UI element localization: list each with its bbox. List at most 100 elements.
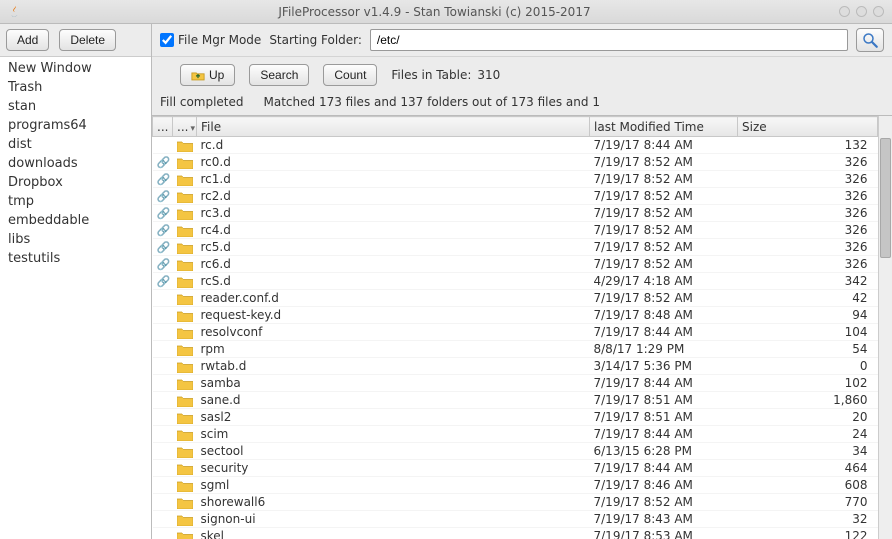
cell-filename: samba bbox=[197, 375, 590, 392]
sidebar-item[interactable]: testutils bbox=[0, 249, 151, 268]
file-table-scroll[interactable]: ... ...▾ File last Modified Time Size rc… bbox=[152, 116, 878, 539]
cell-modified: 7/19/17 8:52 AM bbox=[590, 494, 738, 511]
table-row[interactable]: sgml7/19/17 8:46 AM608 bbox=[153, 477, 878, 494]
vertical-scrollbar[interactable] bbox=[878, 116, 892, 539]
up-button[interactable]: Up bbox=[180, 64, 235, 86]
sidebar-item[interactable]: New Window bbox=[0, 59, 151, 78]
table-row[interactable]: rc.d7/19/17 8:44 AM132 bbox=[153, 137, 878, 154]
sidebar-item[interactable]: tmp bbox=[0, 192, 151, 211]
cell-icon bbox=[173, 137, 197, 154]
table-row[interactable]: shorewall67/19/17 8:52 AM770 bbox=[153, 494, 878, 511]
file-mgr-mode[interactable]: File Mgr Mode bbox=[160, 33, 261, 47]
maximize-button[interactable] bbox=[856, 6, 867, 17]
table-row[interactable]: rpm8/8/17 1:29 PM54 bbox=[153, 341, 878, 358]
sidebar-toolbar: Add Delete bbox=[0, 24, 151, 57]
count-button[interactable]: Count bbox=[323, 64, 377, 86]
cell-link bbox=[153, 494, 173, 511]
sidebar-item[interactable]: Trash bbox=[0, 78, 151, 97]
sidebar-item[interactable]: libs bbox=[0, 230, 151, 249]
cell-size: 132 bbox=[738, 137, 878, 154]
table-row[interactable]: request-key.d7/19/17 8:48 AM94 bbox=[153, 307, 878, 324]
sidebar-item[interactable]: dist bbox=[0, 135, 151, 154]
cell-modified: 7/19/17 8:52 AM bbox=[590, 290, 738, 307]
sort-indicator-icon: ▾ bbox=[190, 124, 195, 134]
table-row[interactable]: 🔗rc3.d7/19/17 8:52 AM326 bbox=[153, 205, 878, 222]
table-row[interactable]: 🔗rc0.d7/19/17 8:52 AM326 bbox=[153, 154, 878, 171]
minimize-button[interactable] bbox=[839, 6, 850, 17]
table-row[interactable]: skel7/19/17 8:53 AM122 bbox=[153, 528, 878, 539]
sidebar-item[interactable]: embeddable bbox=[0, 211, 151, 230]
col-link[interactable]: ... bbox=[153, 117, 173, 137]
cell-size: 104 bbox=[738, 324, 878, 341]
cell-link bbox=[153, 137, 173, 154]
header-row: File Mgr Mode Starting Folder: bbox=[152, 24, 892, 57]
magnifier-icon bbox=[861, 31, 879, 49]
folder-icon bbox=[177, 410, 193, 424]
sidebar-item[interactable]: Dropbox bbox=[0, 173, 151, 192]
cell-modified: 7/19/17 8:52 AM bbox=[590, 171, 738, 188]
table-row[interactable]: sane.d7/19/17 8:51 AM1,860 bbox=[153, 392, 878, 409]
cell-size: 326 bbox=[738, 239, 878, 256]
starting-folder-input[interactable] bbox=[370, 29, 848, 51]
toolbar-row: Up Search Count Files in Table: 310 bbox=[152, 57, 892, 93]
table-row[interactable]: resolvconf7/19/17 8:44 AM104 bbox=[153, 324, 878, 341]
scrollbar-thumb[interactable] bbox=[880, 138, 891, 258]
table-row[interactable]: sectool6/13/15 6:28 PM34 bbox=[153, 443, 878, 460]
file-mgr-mode-label: File Mgr Mode bbox=[178, 33, 261, 47]
close-button[interactable] bbox=[873, 6, 884, 17]
add-button[interactable]: Add bbox=[6, 29, 49, 51]
cell-filename: rwtab.d bbox=[197, 358, 590, 375]
col-size[interactable]: Size bbox=[738, 117, 878, 137]
folder-icon bbox=[177, 461, 193, 475]
table-row[interactable]: scim7/19/17 8:44 AM24 bbox=[153, 426, 878, 443]
search-button[interactable]: Search bbox=[249, 64, 309, 86]
cell-icon bbox=[173, 273, 197, 290]
cell-modified: 7/19/17 8:52 AM bbox=[590, 154, 738, 171]
folder-icon bbox=[177, 206, 193, 220]
window-controls bbox=[839, 6, 884, 17]
table-row[interactable]: sasl27/19/17 8:51 AM20 bbox=[153, 409, 878, 426]
cell-link: 🔗 bbox=[153, 273, 173, 290]
table-row[interactable]: 🔗rc2.d7/19/17 8:52 AM326 bbox=[153, 188, 878, 205]
sidebar-list: New WindowTrashstanprograms64distdownloa… bbox=[0, 57, 151, 539]
table-row[interactable]: rwtab.d3/14/17 5:36 PM0 bbox=[153, 358, 878, 375]
table-row[interactable]: 🔗rc4.d7/19/17 8:52 AM326 bbox=[153, 222, 878, 239]
sidebar-item[interactable]: stan bbox=[0, 97, 151, 116]
cell-icon bbox=[173, 307, 197, 324]
file-mgr-mode-checkbox[interactable] bbox=[160, 33, 174, 47]
folder-icon bbox=[177, 325, 193, 339]
cell-icon bbox=[173, 171, 197, 188]
table-row[interactable]: samba7/19/17 8:44 AM102 bbox=[153, 375, 878, 392]
status-matched: Matched 173 files and 137 folders out of… bbox=[264, 95, 600, 109]
col-file[interactable]: File bbox=[197, 117, 590, 137]
table-row[interactable]: 🔗rc6.d7/19/17 8:52 AM326 bbox=[153, 256, 878, 273]
cell-filename: rcS.d bbox=[197, 273, 590, 290]
cell-link bbox=[153, 426, 173, 443]
browse-button[interactable] bbox=[856, 28, 884, 52]
cell-filename: rc1.d bbox=[197, 171, 590, 188]
cell-modified: 3/14/17 5:36 PM bbox=[590, 358, 738, 375]
file-table-wrap: ... ...▾ File last Modified Time Size rc… bbox=[152, 115, 892, 539]
files-in-table-value: 310 bbox=[477, 68, 500, 82]
table-row[interactable]: reader.conf.d7/19/17 8:52 AM42 bbox=[153, 290, 878, 307]
cell-filename: reader.conf.d bbox=[197, 290, 590, 307]
cell-modified: 7/19/17 8:43 AM bbox=[590, 511, 738, 528]
table-row[interactable]: security7/19/17 8:44 AM464 bbox=[153, 460, 878, 477]
cell-filename: scim bbox=[197, 426, 590, 443]
sidebar-item[interactable]: downloads bbox=[0, 154, 151, 173]
cell-size: 326 bbox=[738, 256, 878, 273]
table-row[interactable]: signon-ui7/19/17 8:43 AM32 bbox=[153, 511, 878, 528]
col-icon[interactable]: ...▾ bbox=[173, 117, 197, 137]
sidebar-item[interactable]: programs64 bbox=[0, 116, 151, 135]
starting-folder-label: Starting Folder: bbox=[269, 33, 362, 47]
delete-button[interactable]: Delete bbox=[59, 29, 116, 51]
cell-filename: rc3.d bbox=[197, 205, 590, 222]
table-row[interactable]: 🔗rcS.d4/29/17 4:18 AM342 bbox=[153, 273, 878, 290]
cell-filename: rpm bbox=[197, 341, 590, 358]
col-modified[interactable]: last Modified Time bbox=[590, 117, 738, 137]
window-title: JFileProcessor v1.4.9 - Stan Towianski (… bbox=[30, 5, 839, 19]
cell-filename: rc5.d bbox=[197, 239, 590, 256]
table-row[interactable]: 🔗rc5.d7/19/17 8:52 AM326 bbox=[153, 239, 878, 256]
folder-icon bbox=[177, 240, 193, 254]
table-row[interactable]: 🔗rc1.d7/19/17 8:52 AM326 bbox=[153, 171, 878, 188]
